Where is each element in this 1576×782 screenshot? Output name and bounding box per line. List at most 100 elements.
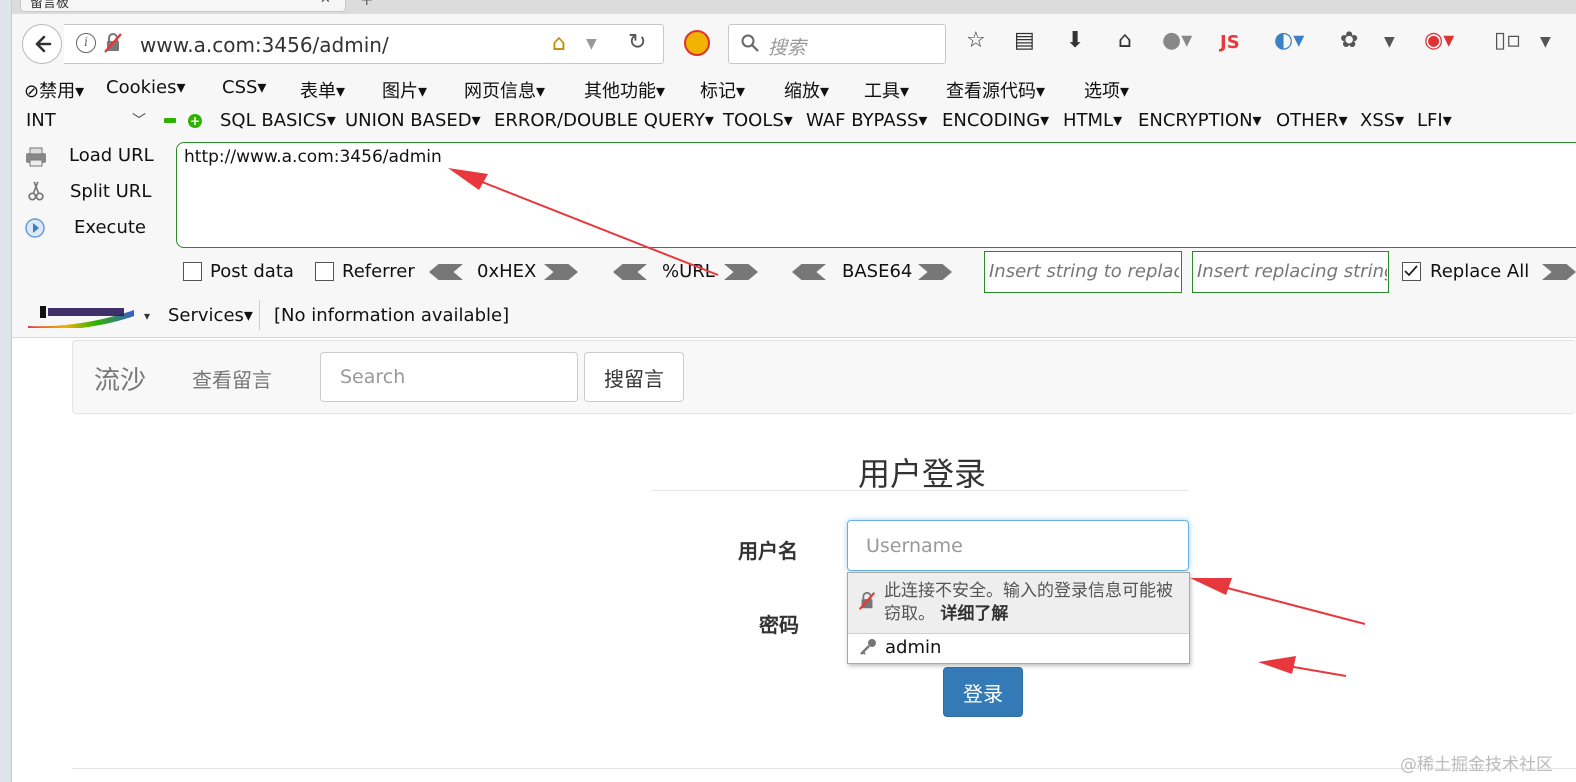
- menu-xss[interactable]: XSS▾: [1360, 110, 1404, 131]
- chevron-down-icon[interactable]: ﹀: [132, 110, 146, 130]
- hex-label: 0xHEX: [477, 261, 537, 282]
- menu-options[interactable]: 选项▾: [1084, 77, 1129, 103]
- more-tools-icon[interactable]: ▼: [1540, 34, 1551, 50]
- menu-view-source[interactable]: 查看源代码▾: [946, 77, 1045, 103]
- login-button[interactable]: 登录: [943, 667, 1023, 717]
- site-search-placeholder: Search: [340, 366, 406, 388]
- tab-title: 留言板: [30, 0, 70, 11]
- referrer-label: Referrer: [342, 261, 415, 282]
- download-icon[interactable]: ⬇: [1066, 28, 1084, 53]
- firebug-icon[interactable]: ◉▾: [1424, 28, 1454, 53]
- url-encode-label: %URL: [662, 261, 715, 282]
- menu-other[interactable]: OTHER▾: [1276, 110, 1348, 131]
- title-divider: [652, 490, 1189, 491]
- annotation-arrow-line: [1211, 583, 1366, 625]
- menu-encryption[interactable]: ENCRYPTION▾: [1138, 110, 1262, 131]
- tab-close-icon[interactable]: ✕: [320, 0, 331, 7]
- search-bar[interactable]: [728, 24, 946, 64]
- palette-icon[interactable]: ✿: [1340, 28, 1358, 53]
- base64-label: BASE64: [842, 261, 913, 282]
- menu-resize[interactable]: 缩放▾: [784, 77, 829, 103]
- menu-lfi[interactable]: LFI▾: [1417, 110, 1452, 131]
- services-menu[interactable]: Services▾: [168, 305, 253, 326]
- home-bookmark-icon[interactable]: ⌂: [552, 31, 566, 56]
- url-text[interactable]: www.a.com:3456/admin/: [140, 33, 389, 57]
- netcraft-dropdown-icon[interactable]: ▾: [144, 309, 150, 323]
- menu-page-info[interactable]: 网页信息▾: [464, 77, 545, 103]
- insecure-warning-text: 此连接不安全。输入的登录信息可能被窃取。 详细了解: [884, 580, 1184, 626]
- info-icon[interactable]: i: [76, 33, 96, 53]
- replace-all-label: Replace All: [1430, 261, 1530, 282]
- menu-outline[interactable]: 标记▾: [700, 77, 745, 103]
- footer-divider: [72, 768, 1576, 769]
- menu-images[interactable]: 图片▾: [382, 77, 427, 103]
- annotation-arrowhead: [1258, 656, 1296, 674]
- responsive-icon[interactable]: ▯▫: [1494, 28, 1521, 53]
- overflow-dropdown-icon[interactable]: ▼: [1384, 34, 1395, 50]
- bookmark-star-icon[interactable]: ☆: [966, 28, 986, 53]
- search-icon: [741, 34, 759, 52]
- site-navbar: [72, 340, 1576, 414]
- netcraft-logo-icon[interactable]: [26, 302, 136, 328]
- menu-disable[interactable]: ⊘禁用▾: [24, 77, 84, 103]
- scissors-icon: [28, 181, 44, 201]
- referrer-checkbox[interactable]: [315, 262, 334, 281]
- split-url-button[interactable]: Split URL: [70, 181, 151, 202]
- reader-list-icon[interactable]: ▤: [1014, 28, 1035, 53]
- color-picker-icon[interactable]: ◐▾: [1274, 28, 1304, 53]
- post-data-label: Post data: [210, 261, 294, 282]
- window-edge: [0, 0, 12, 782]
- globe-icon[interactable]: ●▾: [1162, 28, 1192, 53]
- url-textarea-value[interactable]: http://www.a.com:3456/admin: [184, 147, 442, 167]
- learn-more-link[interactable]: 详细了解: [940, 604, 1008, 624]
- menu-cookies[interactable]: Cookies▾: [106, 77, 186, 98]
- replacing-placeholder: Insert replacing string: [1197, 261, 1387, 282]
- url-dropdown-icon[interactable]: ▼: [586, 36, 597, 52]
- plus-icon[interactable]: +: [188, 114, 202, 128]
- search-placeholder: 搜索: [768, 37, 807, 59]
- execute-button[interactable]: Execute: [74, 217, 146, 238]
- menu-tools[interactable]: 工具▾: [864, 77, 909, 103]
- key-icon: [858, 637, 878, 662]
- watermark-text: @稀土掘金技术社区: [1400, 755, 1553, 775]
- username-label: 用户名: [738, 539, 798, 563]
- menu-css[interactable]: CSS▾: [222, 77, 266, 98]
- checkmark-icon: [1404, 265, 1418, 277]
- password-label: 密码: [759, 613, 799, 637]
- home-icon[interactable]: ⌂: [1118, 28, 1132, 53]
- back-button[interactable]: [22, 24, 62, 64]
- menu-error-double-query[interactable]: ERROR/DOUBLE QUERY▾: [494, 110, 714, 131]
- site-brand[interactable]: 流沙: [94, 360, 146, 397]
- menu-waf-bypass[interactable]: WAF BYPASS▾: [806, 110, 927, 131]
- site-info-text: [No information available]: [274, 305, 510, 326]
- insecure-lock-icon: [858, 591, 876, 610]
- insert-replacing-string-input[interactable]: Insert replacing string: [1192, 251, 1389, 293]
- login-title: 用户登录: [858, 455, 987, 493]
- insert-string-to-replace-input[interactable]: Insert string to replace: [984, 251, 1182, 293]
- post-data-checkbox[interactable]: [183, 262, 202, 281]
- insecure-lock-icon[interactable]: [102, 32, 124, 54]
- menu-union-based[interactable]: UNION BASED▾: [345, 110, 481, 131]
- minus-icon[interactable]: [164, 118, 176, 123]
- username-placeholder: Username: [866, 535, 963, 557]
- load-url-button[interactable]: Load URL: [69, 145, 154, 166]
- popup-divider: [848, 633, 1189, 634]
- menu-tools-hackbar[interactable]: TOOLS▾: [723, 110, 793, 131]
- menu-html[interactable]: HTML▾: [1063, 110, 1122, 131]
- warning-message: 此连接不安全。输入的登录信息可能被窃取。: [884, 581, 1173, 624]
- js-icon[interactable]: JS: [1220, 32, 1240, 53]
- saved-login-entry[interactable]: admin: [885, 637, 941, 658]
- annotation-arrow-line: [1281, 664, 1347, 677]
- new-tab-icon[interactable]: +: [360, 0, 373, 9]
- menu-misc[interactable]: 其他功能▾: [584, 77, 665, 103]
- noscript-icon[interactable]: [684, 30, 710, 56]
- annotation-arrowhead: [1190, 578, 1232, 595]
- replace-all-checkbox[interactable]: [1402, 262, 1421, 281]
- search-messages-button[interactable]: 搜留言: [584, 352, 684, 402]
- nav-view-messages-link[interactable]: 查看留言: [192, 364, 272, 393]
- menu-forms[interactable]: 表单▾: [300, 77, 345, 103]
- play-icon: [25, 218, 45, 238]
- menu-encoding[interactable]: ENCODING▾: [942, 110, 1049, 131]
- menu-sql-basics[interactable]: SQL BASICS▾: [220, 110, 336, 131]
- reload-icon[interactable]: ↻: [628, 30, 646, 55]
